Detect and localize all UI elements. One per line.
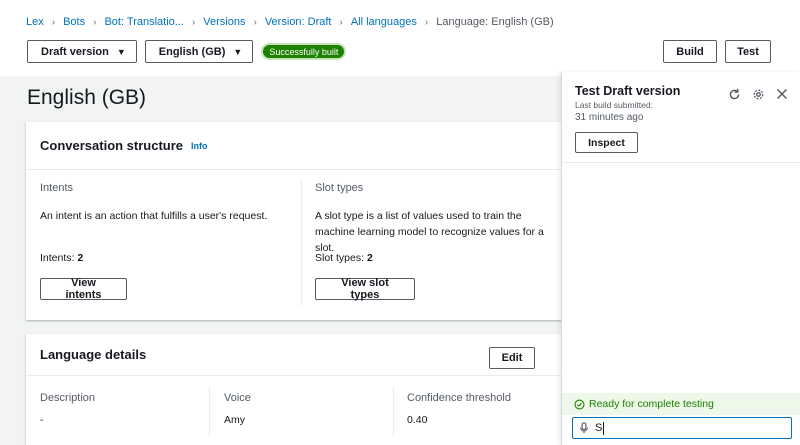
slot-types-count-value: 2 [366,252,373,264]
voice-field: Voice Amy [224,392,251,426]
chevron-right-icon: › [93,16,97,28]
language-dropdown-label: English (GB) [158,45,226,58]
intents-count: Intents: 2 [40,252,83,264]
version-dropdown-label: Draft version [41,45,109,58]
slot-types-count-label: Slot types: [315,252,365,264]
voice-value: Amy [224,414,245,426]
inspect-button[interactable]: Inspect [575,132,638,153]
description-field: Description - [40,392,95,426]
gear-icon[interactable] [750,86,766,102]
ready-status-text: Ready for complete testing [589,398,714,410]
slot-types-column: Slot types A slot type is a list of valu… [315,182,555,256]
last-build-label: Last build submitted: [575,100,653,110]
text-cursor [603,421,605,435]
check-circle-icon [574,398,585,410]
info-link[interactable]: Info [191,141,208,151]
intents-column: Intents An intent is an action that fulf… [40,182,290,224]
chat-input[interactable]: S [572,417,792,439]
slot-types-description: A slot type is a list of values used to … [315,210,544,254]
breadcrumb-versions[interactable]: Versions [203,16,245,28]
version-dropdown[interactable]: Draft version ▼ [27,40,137,63]
language-details-card: Language details [26,334,566,445]
caret-down-icon: ▼ [233,46,243,57]
build-status-badge: Successfully built [261,43,347,60]
build-button[interactable]: Build [663,40,717,63]
intents-label: Intents [40,182,74,194]
top-bar: Lex › Bots › Bot: Translatio... › Versio… [0,0,800,76]
test-panel-title: Test Draft version [575,84,681,98]
chevron-right-icon: › [339,16,343,28]
view-slot-types-button[interactable]: View slot types [315,277,415,301]
view-intents-button[interactable]: View intents [40,277,127,301]
close-icon[interactable] [774,86,790,102]
card-header: Conversation structure Info [26,122,566,170]
intents-count-label: Intents: [40,252,75,264]
test-panel: Test Draft version Last build submitted:… [561,72,800,445]
confidence-field: Confidence threshold 0.40 [407,392,511,426]
breadcrumb-current: Language: English (GB) [436,16,554,28]
chevron-right-icon: › [51,16,56,28]
slot-types-count: Slot types: 2 [315,252,373,264]
ready-status: Ready for complete testing [562,393,800,415]
intents-description: An intent is an action that fulfills a u… [40,210,268,222]
column-divider [393,386,394,436]
edit-button[interactable]: Edit [489,347,535,369]
caret-down-icon: ▼ [116,46,126,57]
description-value: - [40,414,44,426]
confidence-value: 0.40 [407,414,428,426]
last-build-time: 31 minutes ago [575,112,644,123]
breadcrumb-bot[interactable]: Bot: Translatio... [104,16,183,28]
column-divider [301,180,302,306]
breadcrumb: Lex › Bots › Bot: Translatio... › Versio… [26,16,554,28]
breadcrumb-all-languages[interactable]: All languages [351,16,417,28]
language-dropdown[interactable]: English (GB) ▼ [144,40,254,63]
chevron-right-icon: › [191,16,196,28]
panel-divider [562,162,800,163]
conversation-structure-title: Conversation structure [40,138,184,153]
card-header: Language details [26,334,566,376]
microphone-icon[interactable] [579,422,589,434]
chevron-right-icon: › [253,16,257,28]
refresh-icon[interactable] [726,86,742,102]
column-divider [209,386,210,436]
voice-label: Voice [224,392,251,404]
page-title: English (GB) [27,86,147,109]
confidence-label: Confidence threshold [407,392,511,404]
toolbar-controls: Draft version ▼ English (GB) ▼ Successfu… [27,40,347,63]
description-label: Description [40,392,96,404]
breadcrumb-version-draft[interactable]: Version: Draft [265,16,332,28]
test-button[interactable]: Test [725,40,771,63]
chat-input-value: S [595,422,603,434]
language-details-title: Language details [40,347,147,362]
intents-count-value: 2 [77,252,84,264]
breadcrumb-lex[interactable]: Lex [26,16,44,28]
chevron-right-icon: › [424,16,429,28]
breadcrumb-bots[interactable]: Bots [63,16,85,28]
conversation-structure-card: Conversation structure Info Intents An i… [26,122,566,320]
slot-types-label: Slot types [315,182,364,194]
